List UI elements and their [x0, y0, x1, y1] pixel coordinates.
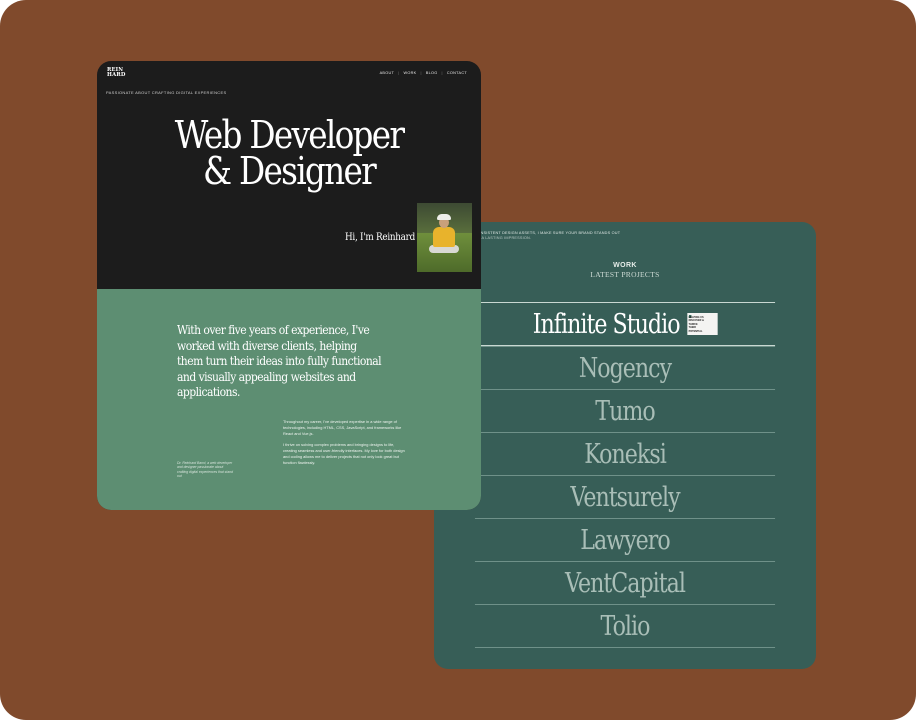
project-item-lawyero[interactable]: Lawyero [474, 518, 776, 561]
project-item-tolio[interactable]: Tolio [474, 604, 776, 648]
project-name: Infinite Studio [532, 308, 681, 340]
about-intro: With over five years of experience, I've… [177, 323, 382, 399]
nav-about[interactable]: ABOUT [376, 71, 399, 75]
project-item-tumo[interactable]: Tumo [474, 389, 776, 432]
nav-blog[interactable]: BLOG [422, 71, 442, 75]
work-intro-text: AND IDENTITY, AND CONSISTENT DESIGN ASSE… [434, 231, 794, 241]
hero-title-line-2: & Designer [203, 149, 377, 193]
project-item-infinite-studio[interactable]: Infinite Studio HELPING US DISCOVER & TH… [474, 302, 776, 346]
project-item-ventcapital[interactable]: VentCapital [474, 561, 776, 604]
about-side-note: Dr. Reinhard Barrd, a web developer and … [177, 461, 233, 479]
project-name: Tumo [595, 395, 655, 427]
nav-work[interactable]: WORK [399, 71, 420, 75]
greeting: Hi, I'm Reinhard [345, 232, 415, 243]
showcase-canvas: AND IDENTITY, AND CONSISTENT DESIGN ASSE… [0, 0, 916, 720]
project-item-nogency[interactable]: Nogency [474, 346, 776, 389]
work-card: AND IDENTITY, AND CONSISTENT DESIGN ASSE… [434, 222, 816, 669]
project-name: Ventsurely [570, 481, 680, 513]
project-list: Infinite Studio HELPING US DISCOVER & TH… [442, 302, 808, 648]
about-details: Throughout my career, I've developed exp… [283, 419, 407, 471]
nav-contact[interactable]: CONTACT [443, 71, 471, 75]
project-name: VentCapital [565, 567, 686, 599]
profile-photo [417, 203, 472, 272]
project-item-koneksi[interactable]: Koneksi [474, 432, 776, 475]
project-item-ventsurely[interactable]: Ventsurely [474, 475, 776, 518]
tagline: PASSIONATE ABOUT CRAFTING DIGITAL EXPERI… [106, 90, 227, 95]
about-paragraph-2: I thrive on solving complex problems and… [283, 442, 405, 465]
project-name: Nogency [578, 352, 672, 384]
project-name: Koneksi [584, 438, 667, 470]
hero-card: REIN HARD ABOUT | WORK | BLOG | CONTACT … [97, 61, 481, 510]
about-section: With over five years of experience, I've… [97, 289, 481, 510]
top-nav: ABOUT | WORK | BLOG | CONTACT [376, 71, 471, 75]
thumbnail-text: HELPING US DISCOVER & THRIVE THEIR POTEN… [688, 315, 704, 333]
logo-line-2: HARD [107, 72, 126, 79]
project-thumbnail: HELPING US DISCOVER & THRIVE THEIR POTEN… [686, 313, 718, 335]
project-name: Lawyero [580, 524, 670, 556]
work-subheading: LATEST PROJECTS [590, 270, 660, 279]
photo-hat [437, 214, 451, 220]
site-logo[interactable]: REIN HARD [107, 67, 126, 79]
work-intro-line-2: AUDIENCE, INCLUDING A LASTING IMPRESSION… [434, 236, 532, 240]
photo-body [433, 227, 455, 247]
hero-title: Web Developer & Designer [124, 113, 454, 193]
about-paragraph-1: Throughout my career, I've developed exp… [283, 419, 402, 436]
work-heading: WORK [613, 262, 637, 269]
hero-title-line-1: Web Developer [174, 113, 405, 157]
project-name: Tolio [600, 610, 651, 642]
